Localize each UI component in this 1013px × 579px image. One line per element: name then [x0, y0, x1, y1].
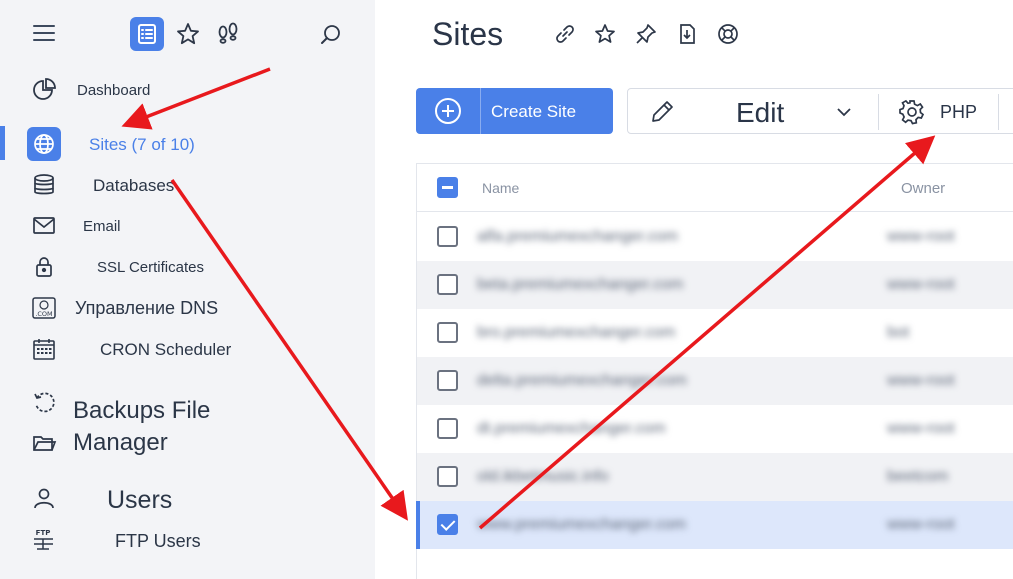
owner-cell: beetcom	[887, 468, 949, 485]
row-checkbox[interactable]	[437, 466, 458, 487]
folder-icon	[31, 430, 57, 456]
sidebar-item-ssl[interactable]: SSL Certificates	[0, 254, 375, 280]
chevron-down-icon[interactable]	[836, 104, 852, 120]
column-header-name[interactable]: Name	[482, 180, 519, 196]
list-icon	[138, 24, 156, 44]
svg-text:FTP: FTP	[36, 529, 51, 537]
sidebar-item-label: Manager	[73, 429, 168, 456]
lock-icon	[31, 254, 57, 280]
table-row[interactable]: bro.premiumexchanger.com bot	[417, 309, 1013, 357]
owner-cell: www-root	[887, 516, 955, 533]
toolbar-divider	[998, 94, 999, 130]
toolbar-divider	[878, 94, 879, 130]
sidebar-item-dashboard[interactable]: Dashboard	[0, 75, 375, 105]
table-row[interactable]: old.ikbetmusic.info beetcom	[417, 453, 1013, 501]
user-icon	[31, 485, 57, 511]
sidebar-item-file-manager[interactable]: Manager	[0, 420, 375, 456]
row-checkbox[interactable]	[437, 514, 458, 535]
sidebar-item-backups[interactable]: Backups File	[0, 388, 375, 424]
owner-cell: www-root	[887, 276, 955, 293]
site-name-cell: www.premiumexchanger.com	[477, 516, 686, 533]
pin-icon[interactable]	[634, 22, 658, 46]
edit-button[interactable]: Edit	[736, 97, 784, 129]
sidebar-item-email[interactable]: Email	[0, 213, 375, 239]
sidebar-item-label: FTP Users	[115, 531, 201, 551]
link-icon[interactable]	[553, 22, 577, 46]
select-all-checkbox[interactable]	[437, 177, 458, 198]
footprints-icon	[218, 22, 238, 44]
dns-com-icon: .COM	[31, 295, 57, 321]
table-row[interactable]: delta.premiumexchanger.com www-root	[417, 357, 1013, 405]
site-name-cell: delta.premiumexchanger.com	[477, 372, 687, 389]
create-site-button[interactable]: Create Site	[416, 88, 613, 134]
sidebar-item-label: Email	[83, 218, 121, 235]
owner-cell: www-root	[887, 228, 955, 245]
sidebar-item-databases[interactable]: Databases	[0, 171, 375, 199]
sidebar-item-label: Управление DNS	[75, 298, 219, 318]
button-divider	[480, 88, 481, 134]
table-row[interactable]: dt.premiumexchanger.com www-root	[417, 405, 1013, 453]
row-checkbox[interactable]	[437, 322, 458, 343]
search-icon[interactable]	[318, 22, 344, 48]
sidebar-item-label: SSL Certificates	[97, 259, 204, 276]
star-icon[interactable]	[593, 22, 617, 46]
sidebar-item-dns[interactable]: .COM Управление DNS	[0, 294, 375, 322]
site-name-cell: alfa.premiumexchanger.com	[477, 228, 678, 245]
row-checkbox[interactable]	[437, 370, 458, 391]
sidebar-header	[0, 14, 375, 54]
site-name-cell: bro.premiumexchanger.com	[477, 324, 676, 341]
sidebar-item-label: Databases	[93, 176, 175, 195]
sidebar: Dashboard Sites (7 of 10) Databases Emai…	[0, 0, 375, 579]
hamburger-menu-icon[interactable]	[33, 25, 55, 43]
site-name-cell: beta.premiumexchanger.com	[477, 276, 684, 293]
sidebar-item-label: Dashboard	[77, 82, 151, 99]
envelope-icon	[31, 213, 57, 239]
sidebar-tab-favorites[interactable]	[173, 19, 203, 49]
ftp-icon: FTP	[31, 527, 57, 553]
table-row[interactable]: beta.premiumexchanger.com www-root	[417, 261, 1013, 309]
owner-cell: www-root	[887, 372, 955, 389]
site-name-cell: old.ikbetmusic.info	[477, 468, 609, 485]
plus-icon	[435, 98, 461, 124]
globe-icon	[31, 131, 57, 157]
php-button[interactable]: PHP	[940, 102, 977, 123]
table-row[interactable]: alfa.premiumexchanger.com www-root	[417, 213, 1013, 261]
sidebar-tab-list[interactable]	[130, 17, 164, 51]
create-site-label: Create Site	[491, 102, 577, 121]
lifebuoy-icon[interactable]	[716, 22, 740, 46]
sidebar-item-cron[interactable]: CRON Scheduler	[0, 335, 375, 363]
row-checkbox[interactable]	[437, 226, 458, 247]
star-icon	[177, 23, 199, 45]
main-content: Sites Create Site Edit PHP Name Owner al…	[375, 0, 1013, 579]
download-doc-icon[interactable]	[675, 22, 699, 46]
table-row-selected[interactable]: www.premiumexchanger.com www-root	[416, 501, 1013, 549]
row-checkbox[interactable]	[437, 274, 458, 295]
pie-chart-icon	[31, 77, 57, 103]
owner-cell: www-root	[887, 420, 955, 437]
row-checkbox[interactable]	[437, 418, 458, 439]
sidebar-item-label: Sites (7 of 10)	[89, 135, 195, 154]
pencil-icon[interactable]	[648, 98, 676, 126]
site-name-cell: dt.premiumexchanger.com	[477, 420, 666, 437]
svg-text:.COM: .COM	[35, 310, 52, 318]
calendar-icon	[31, 336, 57, 362]
database-icon	[31, 172, 57, 198]
table-header: Name Owner	[417, 164, 1013, 212]
sidebar-item-label: Users	[107, 486, 173, 514]
actions-toolbar: Edit PHP	[627, 88, 1013, 134]
backup-icon	[31, 389, 57, 415]
sites-table: Name Owner alfa.premiumexchanger.com www…	[416, 163, 1013, 579]
sidebar-item-users[interactable]: Users	[0, 484, 375, 514]
page-title: Sites	[432, 16, 504, 52]
column-header-owner[interactable]: Owner	[901, 180, 945, 197]
selected-row-indicator	[416, 501, 420, 549]
owner-cell: bot	[887, 324, 910, 341]
sidebar-item-ftp-users[interactable]: FTP FTP Users	[0, 526, 375, 554]
sidebar-tab-steps[interactable]	[213, 19, 243, 49]
gear-icon[interactable]	[898, 98, 926, 126]
sidebar-item-sites[interactable]: Sites (7 of 10)	[0, 127, 375, 161]
sidebar-item-label: CRON Scheduler	[100, 340, 232, 359]
